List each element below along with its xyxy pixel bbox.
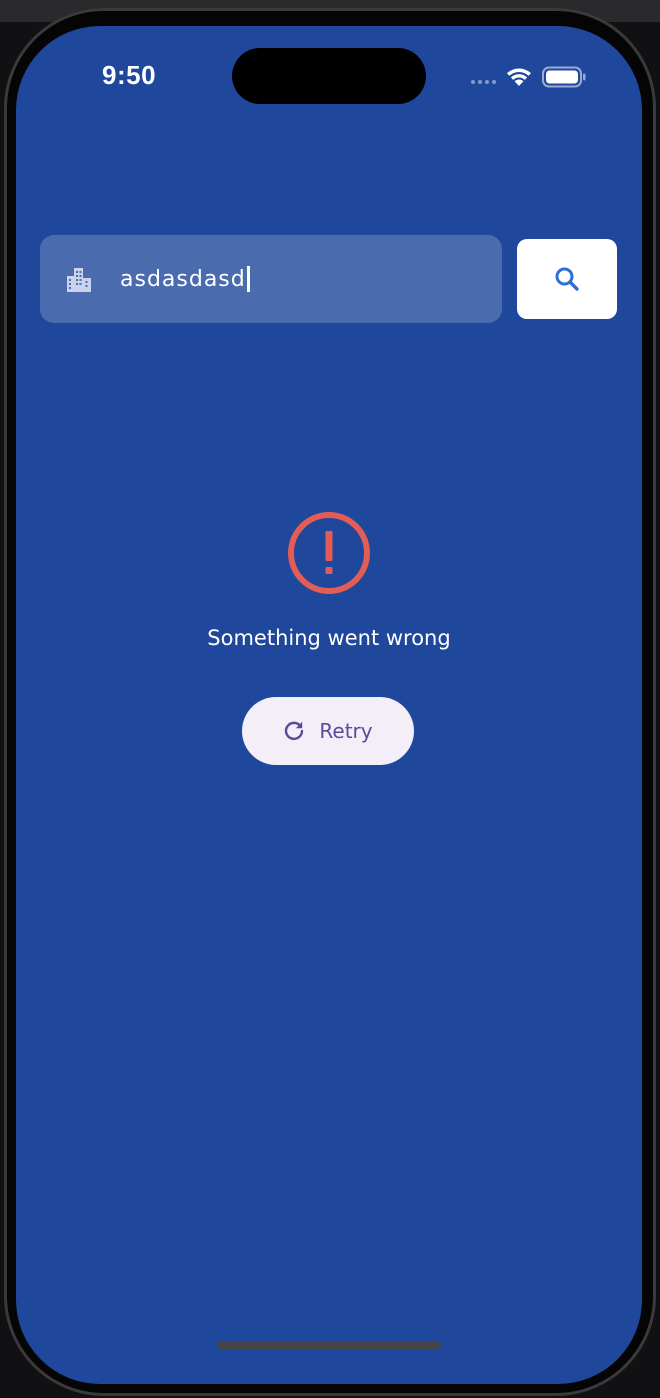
status-indicators <box>471 66 586 88</box>
city-search-value: asdasdasd <box>120 266 246 292</box>
location-city-icon <box>62 262 96 296</box>
retry-button[interactable]: Retry <box>242 697 414 765</box>
search-icon <box>555 267 579 291</box>
error-message: Something went wrong <box>207 626 451 650</box>
retry-label: Retry <box>319 719 373 743</box>
app-screen: 9:50 asdasdasd Something went wrong Retr… <box>16 26 642 1384</box>
city-search-field[interactable]: asdasdasd <box>40 235 502 323</box>
battery-icon <box>542 66 586 88</box>
refresh-icon <box>285 721 304 740</box>
search-button[interactable] <box>517 239 617 319</box>
wifi-icon <box>507 68 531 86</box>
error-outline-icon <box>288 512 370 594</box>
device-frame: 9:50 asdasdasd Something went wrong Retr… <box>0 0 660 1398</box>
home-indicator[interactable] <box>217 1341 441 1349</box>
status-time: 9:50 <box>102 60 157 90</box>
city-search-input[interactable]: asdasdasd <box>120 266 250 292</box>
cellular-signal-icon <box>471 70 496 84</box>
dynamic-island <box>232 48 426 104</box>
text-caret <box>246 266 250 292</box>
